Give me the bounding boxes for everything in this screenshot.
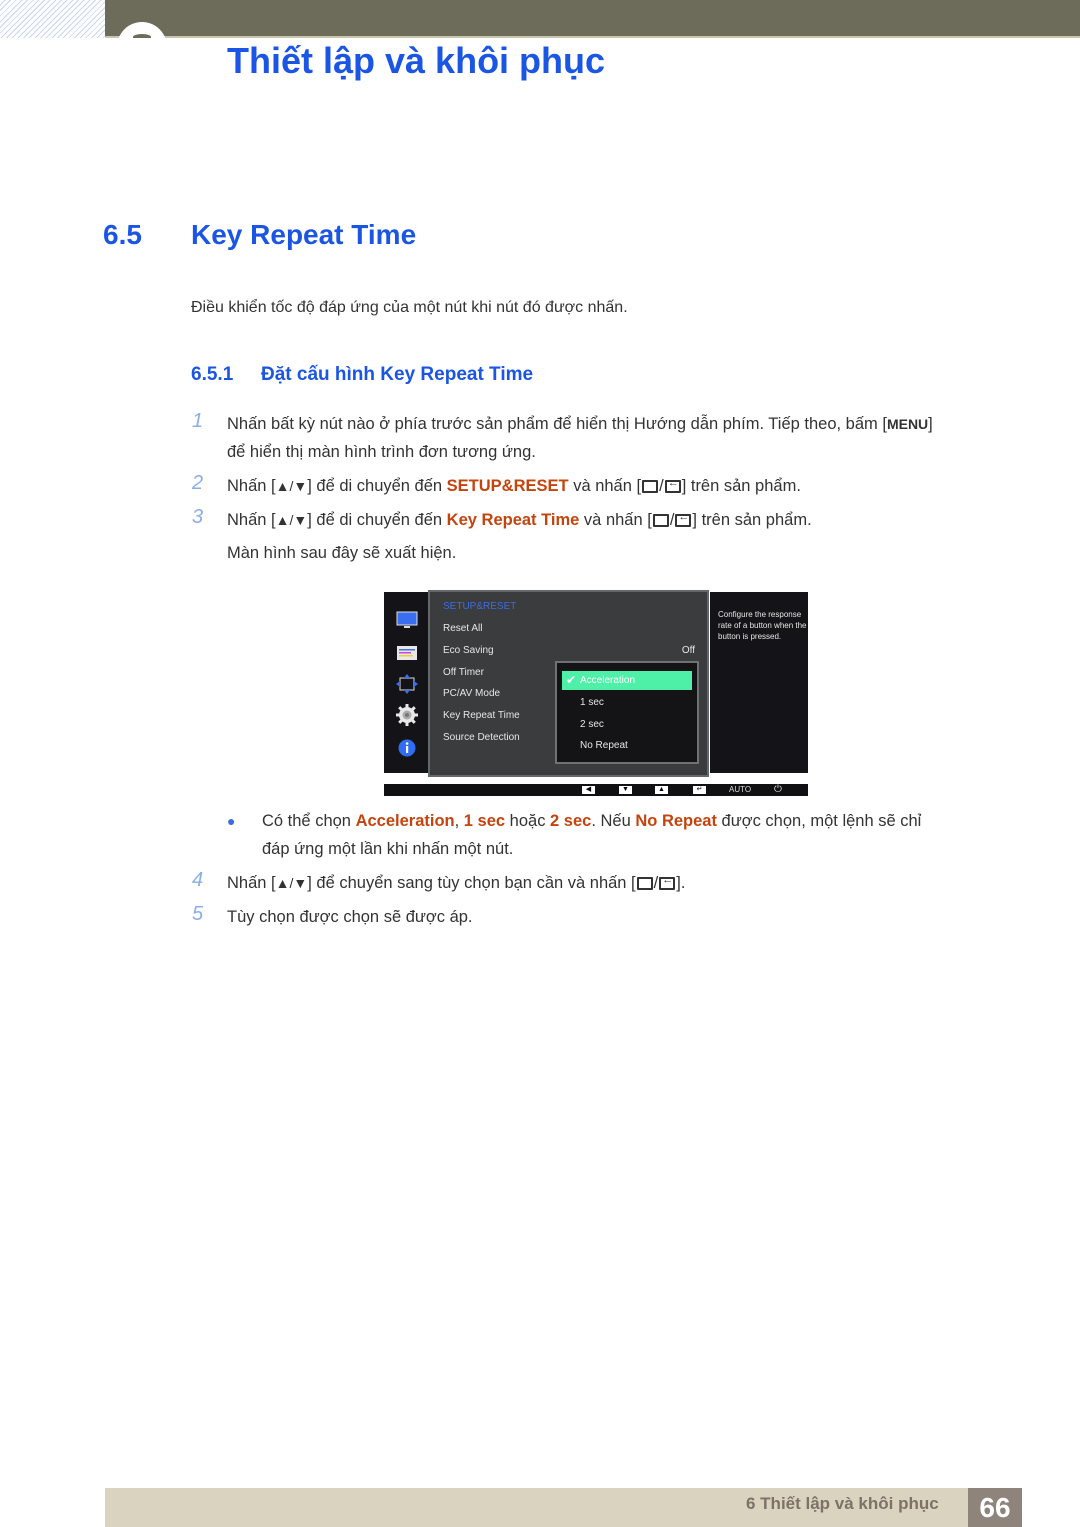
down-key-icon: ▼ bbox=[619, 786, 632, 794]
highlight-term: Acceleration bbox=[355, 812, 455, 830]
subsection-number: 6.5.1 bbox=[191, 364, 234, 385]
info-icon bbox=[398, 739, 416, 757]
note-part: được chọn, một lệnh sẽ chỉ bbox=[716, 812, 922, 830]
chapter-title: Thiết lập và khôi phục bbox=[227, 40, 606, 81]
power-key-icon: ⏻ bbox=[774, 784, 782, 795]
step-text: Nhấn [▲/▼] để di chuyển đến SETUP&RESET … bbox=[227, 477, 801, 496]
enter-button-icon bbox=[664, 477, 681, 493]
resize-icon bbox=[396, 674, 418, 694]
step-number: 4 bbox=[192, 869, 204, 891]
osd-option[interactable]: 1 sec bbox=[580, 697, 604, 708]
osd-help-text: Configure the response rate of a button … bbox=[718, 610, 807, 641]
highlight-term: 1 sec bbox=[463, 812, 506, 830]
enter-button-icon bbox=[675, 511, 692, 527]
osd-option[interactable]: 2 sec bbox=[580, 719, 604, 730]
osd-menu-title: SETUP&RESET bbox=[443, 601, 517, 612]
note-part: Có thể chọn bbox=[262, 812, 356, 830]
enter-key-icon: ↵ bbox=[693, 786, 706, 794]
note-part: , bbox=[454, 812, 464, 830]
header-hatch-decoration bbox=[0, 0, 105, 38]
osd-menu-item[interactable]: Off Timer bbox=[443, 667, 484, 678]
osd-menu-item[interactable]: Key Repeat Time bbox=[443, 710, 520, 721]
osd-option-label: Acceleration bbox=[580, 675, 636, 686]
step-text-part: Nhấn [ bbox=[227, 511, 276, 529]
bullet-icon: ● bbox=[227, 813, 236, 829]
up-down-arrows-icon: ▲/▼ bbox=[275, 512, 308, 528]
step-text-part: Nhấn [ bbox=[227, 477, 276, 495]
menu-key-label: MENU bbox=[886, 416, 929, 432]
note-text: Có thể chọn Acceleration, 1 sec hoặc 2 s… bbox=[262, 812, 921, 831]
note-part: . Nếu bbox=[591, 812, 636, 830]
monitor-icon bbox=[396, 611, 418, 628]
osd-menu-item[interactable]: Eco Saving bbox=[443, 645, 494, 656]
step-text: Nhấn [▲/▼] để chuyển sang tùy chọn bạn c… bbox=[227, 874, 685, 893]
osd-option-list: ✔ Acceleration 1 sec 2 sec No Repeat bbox=[555, 661, 699, 764]
step-text-part: Nhấn [ bbox=[227, 874, 276, 892]
highlight-term: SETUP&RESET bbox=[446, 477, 569, 495]
step-text-part: ] bbox=[928, 415, 933, 433]
step-text-part: ] để di chuyển đến bbox=[307, 477, 447, 495]
auto-key-label: AUTO bbox=[729, 785, 752, 794]
step-number: 2 bbox=[192, 472, 204, 494]
footer-chapter-title: 6 Thiết lập và khôi phục bbox=[746, 1494, 939, 1513]
up-down-arrows-icon: ▲/▼ bbox=[275, 478, 308, 494]
step-text-line2: để hiển thị màn hình trình đơn tương ứng… bbox=[227, 443, 536, 461]
osd-menu-item[interactable]: PC/AV Mode bbox=[443, 688, 500, 699]
osd-option[interactable]: No Repeat bbox=[580, 740, 628, 751]
source-button-icon bbox=[642, 480, 659, 493]
step-number: 5 bbox=[192, 903, 204, 925]
source-button-icon bbox=[636, 877, 653, 890]
osd-menu-item[interactable]: Reset All bbox=[443, 623, 482, 634]
picture-list-icon bbox=[397, 646, 417, 660]
section-intro: Điều khiển tốc độ đáp ứng của một nút kh… bbox=[191, 299, 628, 316]
step-text-part: Nhấn bất kỳ nút nào ở phía trước sản phẩ… bbox=[227, 415, 887, 433]
note-part: hoặc bbox=[505, 812, 551, 830]
chapter-number-badge bbox=[117, 22, 167, 72]
page-number: 66 bbox=[968, 1488, 1022, 1527]
highlight-term: 2 sec bbox=[550, 812, 592, 830]
step-text-part: và nhấn [ bbox=[568, 477, 642, 495]
section-number: 6.5 bbox=[103, 219, 142, 250]
step-text: Nhấn [▲/▼] để di chuyển đến Key Repeat T… bbox=[227, 511, 812, 530]
source-button-icon bbox=[652, 514, 669, 527]
step-number: 3 bbox=[192, 506, 204, 528]
osd-sidebar bbox=[384, 592, 430, 773]
up-key-icon: ▲ bbox=[655, 786, 668, 794]
enter-button-icon bbox=[659, 874, 676, 890]
osd-option-selected[interactable]: ✔ Acceleration bbox=[562, 671, 692, 690]
step-text: Nhấn bất kỳ nút nào ở phía trước sản phẩ… bbox=[227, 415, 933, 434]
up-down-arrows-icon: ▲/▼ bbox=[275, 875, 308, 891]
step-text-part: ] trên sản phẩm. bbox=[692, 511, 812, 529]
osd-help-panel: Configure the response rate of a button … bbox=[710, 592, 808, 773]
step-text-part: ] trên sản phẩm. bbox=[681, 477, 801, 495]
eco-saving-value: Off bbox=[681, 645, 695, 656]
step-text-part: ]. bbox=[676, 874, 686, 892]
step-text-line2: Màn hình sau đây sẽ xuất hiện. bbox=[227, 544, 457, 562]
step-text-part: ] để di chuyển đến bbox=[307, 511, 447, 529]
step-text-part: và nhấn [ bbox=[579, 511, 652, 529]
highlight-term: Key Repeat Time bbox=[446, 511, 580, 529]
osd-menu-item[interactable]: Source Detection bbox=[443, 732, 520, 743]
osd-key-guide: ◀ ▼ ▲ ↵ AUTO ⏻ bbox=[384, 784, 808, 796]
left-key-icon: ◀ bbox=[582, 786, 595, 794]
step-text-part: ] để chuyển sang tùy chọn bạn cần và nhấ… bbox=[307, 874, 636, 892]
note-text-line2: đáp ứng một lần khi nhấn một nút. bbox=[262, 840, 514, 858]
step-text: Tùy chọn được chọn sẽ được áp. bbox=[227, 908, 473, 926]
checkmark-icon: ✔ bbox=[566, 673, 577, 687]
header-bar bbox=[105, 0, 1080, 38]
gear-icon bbox=[396, 704, 418, 726]
subsection-title: Đặt cấu hình Key Repeat Time bbox=[261, 364, 534, 385]
highlight-term: No Repeat bbox=[635, 812, 717, 830]
section-title: Key Repeat Time bbox=[191, 219, 417, 250]
step-number: 1 bbox=[192, 410, 204, 432]
